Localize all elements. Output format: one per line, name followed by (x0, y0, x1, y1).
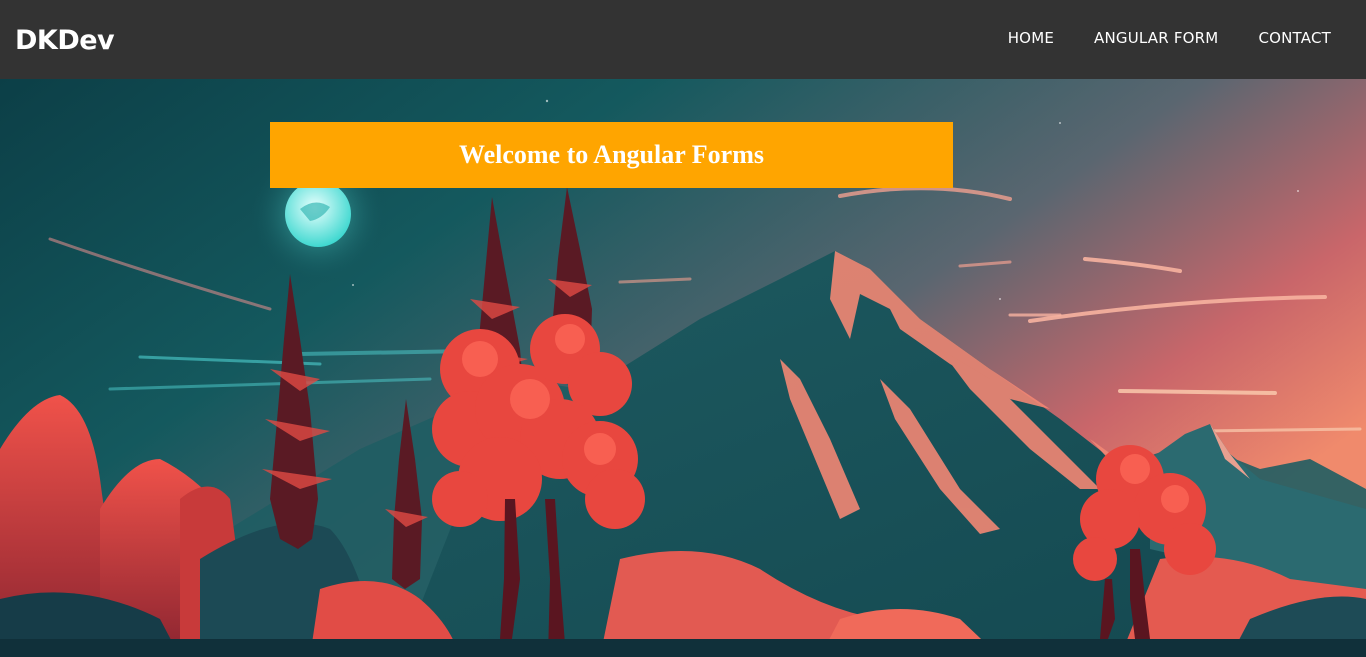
nav-link-angular-form[interactable]: ANGULAR FORM (1094, 29, 1218, 47)
welcome-banner: Welcome to Angular Forms (270, 122, 953, 188)
nav-link-contact[interactable]: CONTACT (1258, 29, 1331, 47)
page-title: Welcome to Angular Forms (459, 140, 764, 169)
nav-link-home[interactable]: HOME (1008, 29, 1054, 47)
brand-logo[interactable]: DKDev (15, 25, 115, 56)
main-nav: HOME ANGULAR FORM CONTACT (968, 29, 1331, 47)
top-navbar: DKDev HOME ANGULAR FORM CONTACT (0, 0, 1366, 79)
